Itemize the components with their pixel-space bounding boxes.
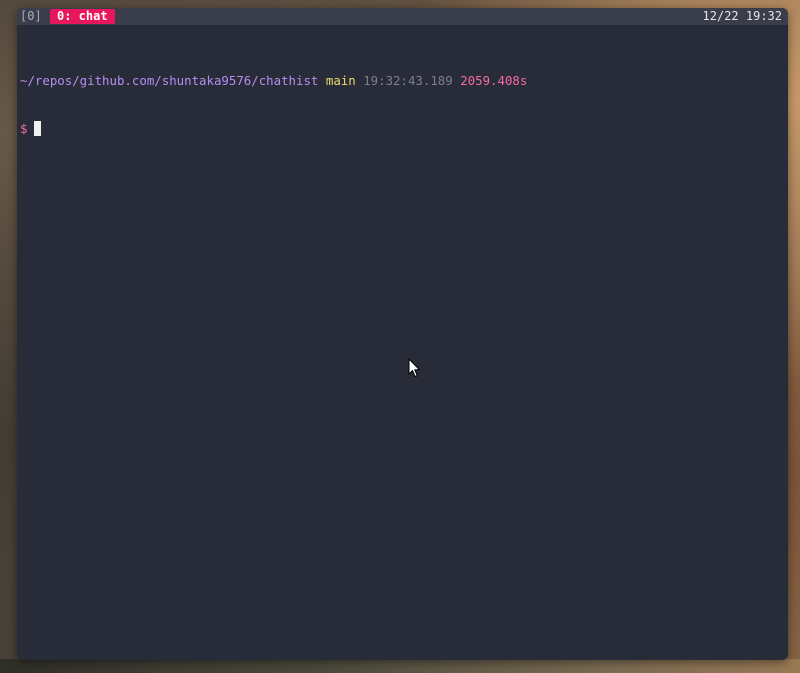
status-clock: 12/22 19:32 xyxy=(702,9,782,23)
prompt-input-line[interactable]: $ xyxy=(20,121,785,137)
git-branch: main xyxy=(325,73,356,88)
text-cursor xyxy=(34,121,42,136)
session-name: [0] xyxy=(20,9,42,23)
mouse-pointer-icon xyxy=(408,358,420,377)
prompt-info-line: ~/repos/github.com/shuntaka9576/chathist… xyxy=(20,73,785,89)
window-tab-chat[interactable]: 0: chat xyxy=(50,9,115,24)
tmux-status-bar: [0] 0: chat 12/22 19:32 xyxy=(17,8,788,25)
prompt-symbol: $ xyxy=(20,121,28,136)
terminal-pane[interactable]: ~/repos/github.com/shuntaka9576/chathist… xyxy=(20,41,785,660)
cwd-path: ~/repos/github.com/shuntaka9576/chathist xyxy=(20,73,319,88)
prompt-time: 19:32:43.189 xyxy=(363,73,453,88)
command-duration: 2059.408s xyxy=(460,73,528,88)
desktop-background-strip xyxy=(0,659,800,673)
terminal-window[interactable]: [0] 0: chat 12/22 19:32 ~/repos/github.c… xyxy=(17,8,788,660)
